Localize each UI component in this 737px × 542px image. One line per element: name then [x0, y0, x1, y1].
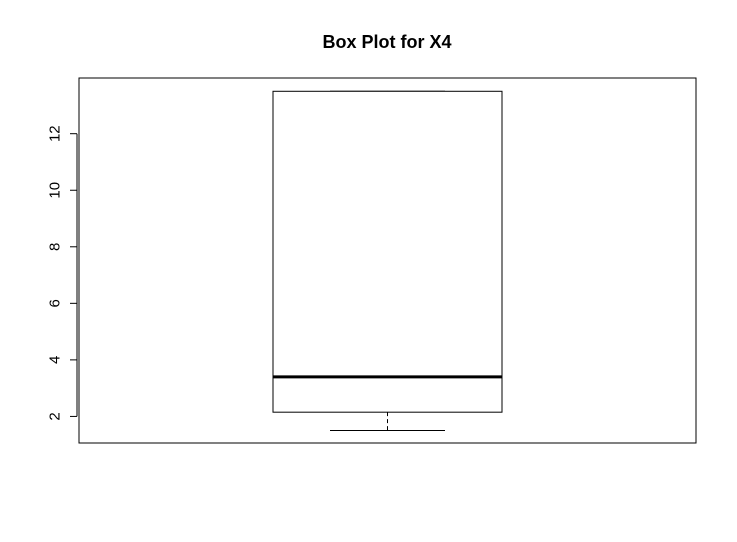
y-tick-label: 10 — [47, 182, 64, 199]
interquartile-box — [272, 90, 503, 413]
y-tick-label: 8 — [47, 243, 64, 251]
y-tick-label: 12 — [47, 125, 64, 142]
y-axis: 2 4 6 8 10 12 — [47, 125, 78, 421]
y-tick-label: 6 — [47, 299, 64, 307]
chart-title: Box Plot for X4 — [322, 32, 451, 52]
box-plot-chart: Box Plot for X4 2 4 6 8 10 12 — [47, 32, 697, 444]
y-tick-label: 2 — [47, 412, 64, 420]
box-plot — [272, 90, 503, 432]
y-tick-label: 4 — [47, 356, 64, 364]
